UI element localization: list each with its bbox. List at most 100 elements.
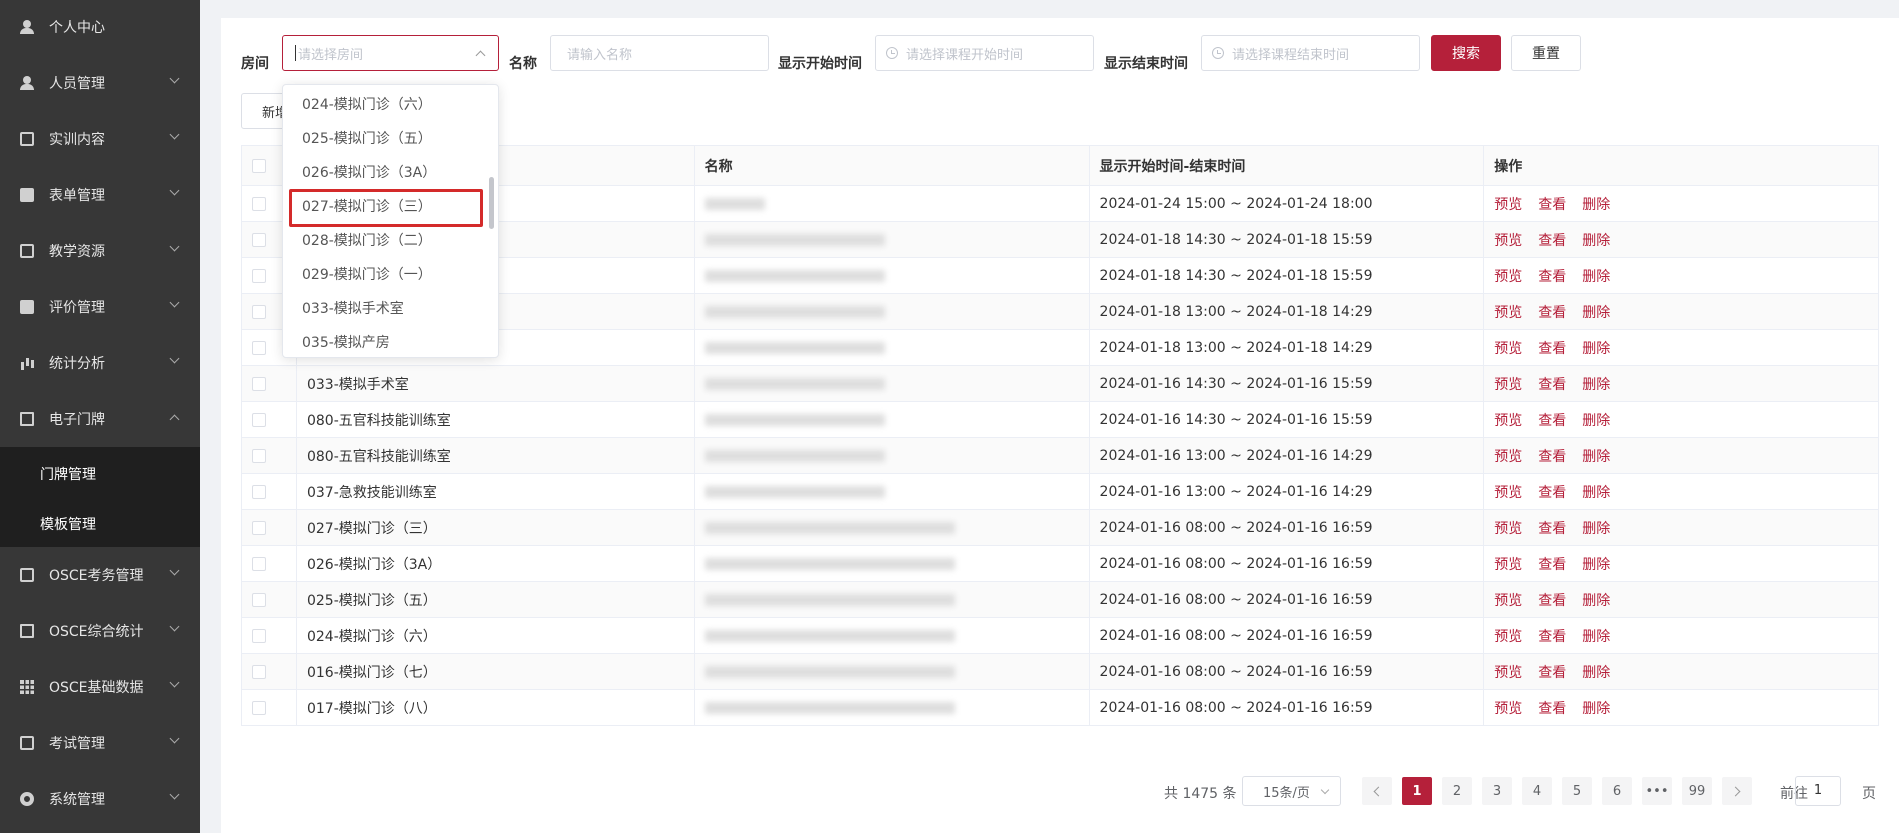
row-select-cell[interactable] [241, 581, 297, 618]
row-checkbox[interactable] [252, 268, 266, 283]
preview-link[interactable]: 预览 [1494, 233, 1522, 249]
view-link[interactable]: 查看 [1538, 485, 1566, 501]
page-button[interactable]: 4 [1522, 777, 1552, 805]
preview-link[interactable]: 预览 [1494, 377, 1522, 393]
sidebar-item-exam-management[interactable]: 考试管理 [0, 721, 200, 765]
delete-link[interactable]: 删除 [1582, 233, 1610, 249]
delete-link[interactable]: 删除 [1582, 665, 1610, 681]
row-checkbox[interactable] [252, 664, 266, 679]
preview-link[interactable]: 预览 [1494, 629, 1522, 645]
row-select-cell[interactable] [241, 437, 297, 474]
view-link[interactable]: 查看 [1538, 197, 1566, 213]
view-link[interactable]: 查看 [1538, 413, 1566, 429]
row-checkbox[interactable] [252, 592, 266, 607]
page-button[interactable]: 1 [1402, 777, 1432, 805]
delete-link[interactable]: 删除 [1582, 305, 1610, 321]
reset-button[interactable]: 重置 [1511, 35, 1581, 71]
row-checkbox[interactable] [252, 376, 266, 391]
row-checkbox[interactable] [252, 628, 266, 643]
sidebar-item-personal-center[interactable]: 个人中心 [0, 5, 200, 49]
delete-link[interactable]: 删除 [1582, 377, 1610, 393]
prev-page-button[interactable] [1362, 777, 1392, 805]
delete-link[interactable]: 删除 [1582, 629, 1610, 645]
dropdown-option[interactable]: 028-模拟门诊（二） [302, 230, 432, 250]
page-button[interactable]: 6 [1602, 777, 1632, 805]
view-link[interactable]: 查看 [1538, 701, 1566, 717]
view-link[interactable]: 查看 [1538, 233, 1566, 249]
more-pages-button[interactable]: ••• [1642, 777, 1672, 805]
row-select-cell[interactable] [241, 545, 297, 582]
view-link[interactable]: 查看 [1538, 521, 1566, 537]
end-time-picker[interactable]: 请选择课程结束时间 [1201, 35, 1420, 71]
preview-link[interactable]: 预览 [1494, 269, 1522, 285]
row-checkbox[interactable] [252, 700, 266, 715]
row-checkbox[interactable] [252, 412, 266, 427]
sidebar-item-system[interactable]: 系统管理 [0, 777, 200, 821]
preview-link[interactable]: 预览 [1494, 197, 1522, 213]
row-select-cell[interactable] [241, 401, 297, 438]
delete-link[interactable]: 删除 [1582, 269, 1610, 285]
name-input[interactable]: 请输入名称 [550, 35, 769, 71]
preview-link[interactable]: 预览 [1494, 413, 1522, 429]
row-select-cell[interactable] [241, 653, 297, 690]
sidebar-item-personnel[interactable]: 人员管理 [0, 61, 200, 105]
row-select-cell[interactable] [241, 617, 297, 654]
select-all-checkbox[interactable] [252, 158, 266, 173]
page-size-select[interactable]: 15条/页 [1242, 776, 1341, 806]
row-select-cell[interactable] [241, 689, 297, 726]
dropdown-scrollbar[interactable] [489, 177, 494, 229]
sidebar-item-osce-base-data[interactable]: OSCE基础数据 [0, 665, 200, 709]
sidebar-item-forms[interactable]: 表单管理 [0, 173, 200, 217]
page-button[interactable]: 5 [1562, 777, 1592, 805]
room-select[interactable]: 请选择房间 [282, 35, 499, 71]
page-button[interactable]: 2 [1442, 777, 1472, 805]
sidebar-item-osce-stats[interactable]: OSCE综合统计 [0, 609, 200, 653]
preview-link[interactable]: 预览 [1494, 701, 1522, 717]
submenu-item-template-management[interactable]: 模板管理 [40, 514, 96, 534]
submenu-item-door-sign-management[interactable]: 门牌管理 [40, 464, 96, 484]
view-link[interactable]: 查看 [1538, 593, 1566, 609]
preview-link[interactable]: 预览 [1494, 449, 1522, 465]
start-time-picker[interactable]: 请选择课程开始时间 [875, 35, 1094, 71]
preview-link[interactable]: 预览 [1494, 305, 1522, 321]
view-link[interactable]: 查看 [1538, 665, 1566, 681]
delete-link[interactable]: 删除 [1582, 485, 1610, 501]
row-checkbox[interactable] [252, 304, 266, 319]
delete-link[interactable]: 删除 [1582, 521, 1610, 537]
sidebar-item-evaluation[interactable]: 评价管理 [0, 285, 200, 329]
delete-link[interactable]: 删除 [1582, 341, 1610, 357]
dropdown-option[interactable]: 024-模拟门诊（六） [302, 94, 432, 114]
row-checkbox[interactable] [252, 340, 266, 355]
delete-link[interactable]: 删除 [1582, 197, 1610, 213]
view-link[interactable]: 查看 [1538, 377, 1566, 393]
sidebar-item-door-sign[interactable]: 电子门牌 [0, 397, 200, 441]
row-select-cell[interactable] [241, 509, 297, 546]
preview-link[interactable]: 预览 [1494, 341, 1522, 357]
page-button[interactable]: 3 [1482, 777, 1512, 805]
dropdown-option[interactable]: 026-模拟门诊（3A） [302, 162, 436, 182]
delete-link[interactable]: 删除 [1582, 449, 1610, 465]
goto-page-input[interactable]: 1 [1795, 776, 1841, 806]
row-checkbox[interactable] [252, 556, 266, 571]
view-link[interactable]: 查看 [1538, 449, 1566, 465]
preview-link[interactable]: 预览 [1494, 557, 1522, 573]
preview-link[interactable]: 预览 [1494, 665, 1522, 681]
page-button[interactable]: 99 [1682, 777, 1712, 805]
view-link[interactable]: 查看 [1538, 557, 1566, 573]
dropdown-option[interactable]: 025-模拟门诊（五） [302, 128, 432, 148]
search-button[interactable]: 搜索 [1431, 35, 1501, 71]
dropdown-option[interactable]: 029-模拟门诊（一） [302, 264, 432, 284]
row-checkbox[interactable] [252, 232, 266, 247]
view-link[interactable]: 查看 [1538, 305, 1566, 321]
view-link[interactable]: 查看 [1538, 269, 1566, 285]
preview-link[interactable]: 预览 [1494, 485, 1522, 501]
view-link[interactable]: 查看 [1538, 341, 1566, 357]
next-page-button[interactable] [1722, 777, 1752, 805]
row-select-cell[interactable] [241, 365, 297, 402]
view-link[interactable]: 查看 [1538, 629, 1566, 645]
delete-link[interactable]: 删除 [1582, 413, 1610, 429]
dropdown-option[interactable]: 035-模拟产房 [302, 332, 390, 352]
dropdown-option[interactable]: 033-模拟手术室 [302, 298, 404, 318]
preview-link[interactable]: 预览 [1494, 521, 1522, 537]
preview-link[interactable]: 预览 [1494, 593, 1522, 609]
